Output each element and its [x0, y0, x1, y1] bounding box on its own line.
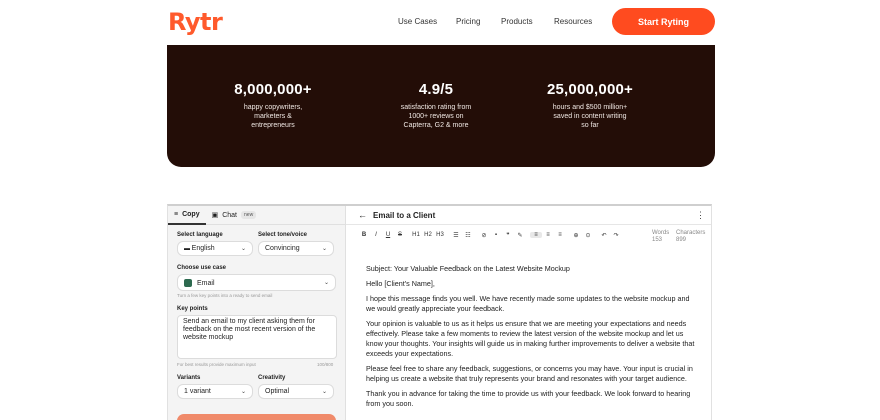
nav-resources[interactable]: Resources — [554, 17, 592, 26]
history-icon[interactable]: ⊙ — [582, 232, 594, 239]
stat-caption: satisfaction rating from 1000+ reviews on… — [400, 104, 472, 129]
language-label: Select language — [177, 232, 223, 238]
start-ryting-button[interactable]: Start Ryting — [612, 8, 715, 35]
creativity-label: Creativity — [258, 375, 286, 381]
document-body[interactable]: Subject: Your Valuable Feedback on the L… — [366, 264, 696, 414]
usecase-label: Choose use case — [177, 265, 227, 271]
stat-rating: 4.9/5 satisfaction rating from 1000+ revi… — [361, 81, 511, 130]
nav-products[interactable]: Products — [501, 17, 533, 26]
chevron-down-icon: ⌄ — [321, 389, 327, 395]
rytr-logo[interactable]: Rytr — [168, 8, 223, 36]
chevron-down-icon: ⌄ — [323, 280, 329, 286]
variants-label: Variants — [177, 375, 201, 381]
align-right-icon[interactable]: ≡ — [554, 232, 566, 238]
stat-caption: happy copywriters, marketers & entrepreneu… — [243, 104, 303, 129]
bold-button[interactable]: B — [358, 232, 370, 238]
editor-header: ← Email to a Client — [346, 206, 711, 225]
italic-button[interactable]: I — [370, 232, 382, 238]
chat-icon: ▣ — [211, 212, 219, 219]
quote-icon[interactable]: ❞ — [502, 232, 514, 239]
flag-icon: ▬ — [184, 246, 192, 252]
clear-format-icon[interactable]: ⊕ — [570, 232, 582, 239]
chevron-down-icon: ⌄ — [240, 246, 246, 252]
language-select[interactable]: ▬ English ⌄ — [177, 241, 253, 256]
creativity-select[interactable]: Optimal ⌄ — [258, 384, 334, 399]
email-greeting: Hello [Client's Name], — [366, 279, 435, 288]
email-paragraph: Your opinion is valuable to us as it hel… — [366, 319, 695, 358]
tone-label: Select tone/voice — [258, 232, 308, 238]
stat-caption: hours and $500 million+ saved in content … — [552, 104, 628, 129]
underline-button[interactable]: U — [382, 232, 394, 238]
nav-pricing[interactable]: Pricing — [456, 17, 480, 26]
stats-panel: 8,000,000+ happy copywriters, marketers &… — [167, 45, 715, 167]
tab-copy[interactable]: ≡ Copy — [168, 206, 206, 225]
variants-select[interactable]: 1 variant ⌄ — [177, 384, 253, 399]
undo-icon[interactable]: ↶ — [598, 232, 610, 239]
stat-value: 4.9/5 — [418, 81, 454, 98]
email-paragraph: I hope this message finds you well. We h… — [366, 294, 690, 313]
tab-chat[interactable]: ▣ Chat new — [206, 206, 263, 225]
heading1-button[interactable]: H1 — [410, 232, 422, 238]
tone-select[interactable]: Convincing ⌄ — [258, 241, 334, 256]
list-bulleted-icon[interactable]: ☰ — [450, 232, 462, 239]
editor: ← Email to a Client ⋮ B I U S H1 H2 H3 ☰… — [346, 206, 711, 420]
document-title: Email to a Client — [373, 210, 436, 220]
character-count: Characters 899 — [676, 230, 706, 243]
nav-use-cases[interactable]: Use Cases — [398, 17, 437, 26]
align-left-icon[interactable]: ≡ — [530, 232, 542, 238]
usecase-select[interactable]: Email ⌄ — [177, 274, 336, 291]
more-options-icon[interactable]: ⋮ — [696, 210, 705, 221]
generate-button[interactable] — [177, 414, 336, 420]
keypoints-hint: For best results provide maximum input — [177, 362, 256, 367]
keypoints-textarea[interactable]: Send an email to my client asking them f… — [177, 315, 337, 359]
list-numbered-icon[interactable]: ☷ — [462, 232, 474, 239]
stat-value: 25,000,000+ — [546, 81, 634, 98]
tab-chat-label: Chat — [222, 211, 238, 219]
stat-users: 8,000,000+ happy copywriters, marketers &… — [198, 81, 348, 130]
highlighter-icon[interactable]: ✎ — [514, 232, 526, 239]
redo-icon[interactable]: ↷ — [610, 232, 622, 239]
align-center-icon[interactable]: ≡ — [542, 232, 554, 238]
email-subject: Subject: Your Valuable Feedback on the L… — [366, 264, 570, 273]
sidebar-tabs: ≡ Copy ▣ Chat new — [168, 206, 345, 225]
stat-value: 8,000,000+ — [234, 81, 312, 98]
image-icon[interactable]: ▪ — [490, 232, 502, 238]
link-icon[interactable]: ⊘ — [478, 232, 490, 239]
tab-copy-label: Copy — [182, 210, 200, 218]
email-icon — [184, 278, 192, 287]
email-paragraph: Thank you in advance for taking the time… — [366, 389, 691, 408]
new-badge: new — [241, 211, 257, 219]
lines-icon: ≡ — [174, 210, 179, 218]
usecase-hint: Turn a few key points into a ready to se… — [177, 293, 273, 298]
back-arrow-icon[interactable]: ← — [358, 210, 367, 220]
strikethrough-button[interactable]: S — [394, 232, 406, 238]
chevron-down-icon: ⌄ — [240, 389, 246, 395]
stat-hours: 25,000,000+ hours and $500 million+ saved… — [515, 81, 665, 130]
word-count: Words 153 — [652, 230, 670, 243]
heading2-button[interactable]: H2 — [422, 232, 434, 238]
heading3-button[interactable]: H3 — [434, 232, 446, 238]
chevron-down-icon: ⌄ — [321, 246, 327, 252]
email-paragraph: Please feel free to share any feedback, … — [366, 364, 693, 383]
keypoints-count: 100/800 — [317, 362, 334, 367]
keypoints-label: Key points — [177, 306, 208, 312]
